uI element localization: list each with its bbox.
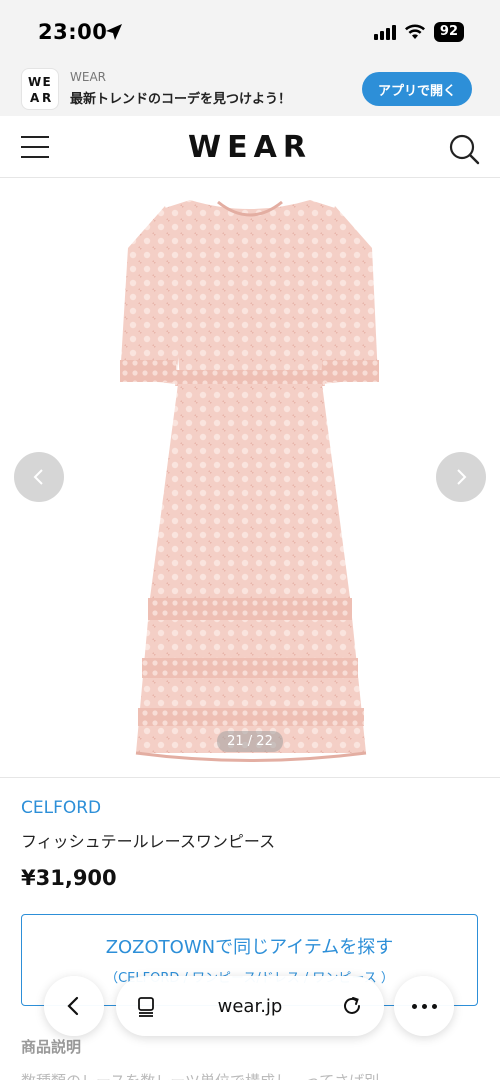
zozotown-search-title: ZOZOTOWNで同じアイテムを探す <box>105 937 394 958</box>
product-image <box>120 200 379 762</box>
app-tagline: 最新トレンドのコーデを見つけよう！ <box>70 92 292 107</box>
app-name: WEAR <box>70 70 106 84</box>
chevron-left-icon <box>33 469 43 485</box>
wifi-icon <box>404 24 425 39</box>
product-price: ¥31,900 <box>21 866 117 890</box>
site-header: WEAR <box>0 116 500 178</box>
chevron-right-icon <box>457 469 467 485</box>
app-install-banner: W E A R WEAR 最新トレンドのコーデを見つけよう！ アプリで開く <box>0 64 500 116</box>
brand-link[interactable]: CELFORD <box>21 798 101 818</box>
search-icon[interactable] <box>448 133 480 165</box>
gallery-prev-button[interactable] <box>14 452 64 502</box>
open-in-app-button[interactable]: アプリで開く <box>362 72 472 106</box>
gallery-counter-text: 21 / 22 <box>217 731 283 752</box>
browser-back-button[interactable] <box>44 976 104 1036</box>
more-dot <box>431 1003 437 1009</box>
battery-indicator: 92 <box>433 22 464 42</box>
browser-toolbar: wear.jp <box>0 970 500 1044</box>
chevron-left-icon <box>67 996 79 1016</box>
reload-icon[interactable] <box>340 994 364 1018</box>
cellular-signal-icon <box>373 24 396 40</box>
product-name: フィッシュテールレースワンピース <box>21 832 276 851</box>
more-dot <box>411 1003 417 1009</box>
browser-address-bar[interactable]: wear.jp <box>116 976 384 1036</box>
description-text: 数種類のレースを数レーツ単位で構成し、ってさば別 <box>21 1070 481 1080</box>
status-bar: 23:00 92 <box>0 0 500 64</box>
site-logo[interactable]: WEAR <box>0 130 500 165</box>
status-time: 23:00 <box>38 20 108 44</box>
more-dot <box>421 1003 427 1009</box>
gallery-page-counter: 21 / 22 <box>0 731 500 752</box>
browser-more-button[interactable] <box>394 976 454 1036</box>
gallery-next-button[interactable] <box>436 452 486 502</box>
product-image-gallery[interactable]: 21 / 22 <box>0 178 500 778</box>
wear-app-logo: W E A R <box>21 68 59 110</box>
location-arrow-icon <box>106 24 122 40</box>
status-indicators: 92 <box>373 22 464 42</box>
divider <box>0 777 500 778</box>
